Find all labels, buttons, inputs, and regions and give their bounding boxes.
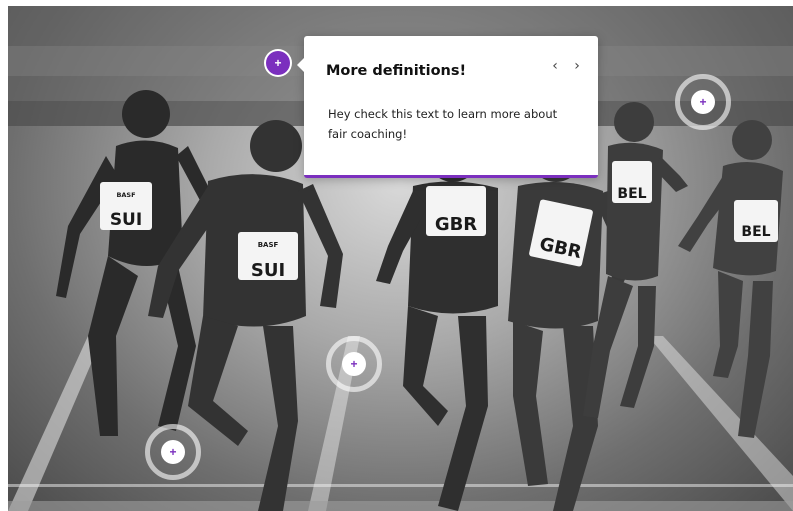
plus-icon: + — [161, 440, 185, 464]
hotspot-center[interactable]: + — [326, 336, 382, 392]
hotspot-popover: More definitions! ‹ › Hey check this tex… — [297, 36, 598, 178]
bib-sponsor: BASF — [258, 241, 279, 249]
hotspot-bottom-left[interactable]: + — [145, 424, 201, 480]
plus-icon: + — [691, 90, 715, 114]
plus-icon: + — [342, 352, 366, 376]
popover-body: Hey check this text to learn more about … — [328, 107, 558, 141]
hotspot-active[interactable]: + — [265, 50, 291, 76]
bib-label: BEL — [741, 224, 770, 240]
bib-label: SUI — [251, 260, 285, 281]
chevron-left-icon[interactable]: ‹ — [548, 56, 562, 76]
bib-sponsor: BASF — [116, 191, 135, 199]
chevron-right-icon[interactable]: › — [570, 56, 584, 76]
popover-title: More definitions! — [326, 63, 467, 79]
bib-label: GBR — [435, 214, 477, 235]
bib-label: BEL — [617, 186, 646, 202]
hotspot-image-stage: SUI BASF SUI BASF GBR GBR BEL BEL + + + … — [0, 0, 793, 511]
popover-arrow — [297, 58, 304, 72]
bib-label: SUI — [110, 210, 142, 230]
popover-nav: ‹ › — [548, 56, 584, 76]
hotspot-top-right[interactable]: + — [675, 74, 731, 130]
plus-icon: + — [266, 51, 290, 75]
